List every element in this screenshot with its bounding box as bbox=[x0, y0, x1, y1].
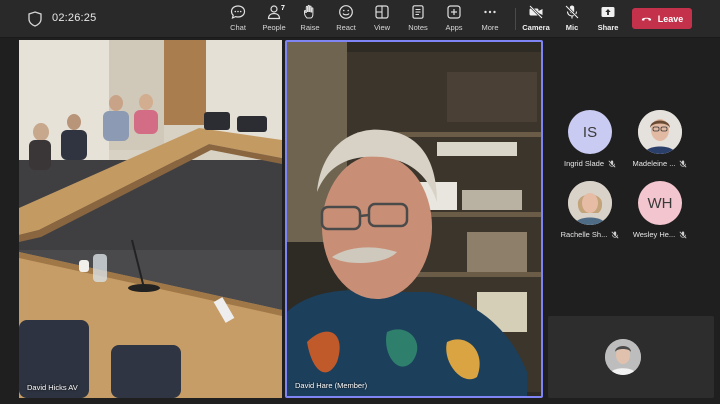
participant-gallery: IS Ingrid Slade Madeleine ... Rachelle S… bbox=[548, 40, 720, 300]
participant-tile[interactable]: WH Wesley He... bbox=[622, 181, 698, 239]
more-dots-icon bbox=[484, 10, 496, 14]
people-count-badge: 7 bbox=[281, 5, 285, 12]
profile-photo bbox=[638, 110, 682, 154]
avatar: WH bbox=[638, 181, 682, 225]
hang-up-icon bbox=[641, 17, 651, 21]
people-button[interactable]: 7 People bbox=[255, 4, 293, 36]
share-label: Share bbox=[597, 23, 619, 32]
participant-tile[interactable]: Rachelle Sh... bbox=[552, 181, 628, 239]
share-screen-icon bbox=[601, 7, 615, 17]
participant-name: Madeleine ... bbox=[632, 159, 676, 168]
toolbar-divider bbox=[515, 8, 516, 30]
participant-name: Rachelle Sh... bbox=[560, 230, 608, 239]
chat-label: Chat bbox=[230, 23, 246, 32]
mic-muted-icon bbox=[679, 231, 687, 238]
video-tile-room[interactable]: David Hicks AV bbox=[19, 40, 282, 398]
smiley-icon bbox=[339, 5, 353, 19]
mic-muted-icon bbox=[611, 231, 619, 238]
share-button[interactable]: Share bbox=[589, 4, 627, 36]
shield-icon bbox=[28, 11, 42, 27]
meeting-timer: 02:26:25 bbox=[52, 12, 97, 24]
avatar bbox=[638, 110, 682, 154]
more-button[interactable]: More bbox=[471, 4, 509, 36]
video-tile-speaker[interactable]: David Hare (Member) bbox=[285, 40, 543, 398]
apps-button[interactable]: Apps bbox=[435, 4, 473, 36]
camera-off-icon bbox=[529, 5, 543, 19]
mic-muted-icon bbox=[679, 160, 687, 167]
mic-button[interactable]: Mic bbox=[553, 4, 591, 36]
avatar bbox=[568, 181, 612, 225]
mic-label: Mic bbox=[565, 23, 579, 32]
apps-plus-icon bbox=[447, 5, 461, 19]
avatar: IS bbox=[568, 110, 612, 154]
avatar-initials: IS bbox=[582, 123, 598, 141]
raise-label: Raise bbox=[300, 23, 320, 32]
notes-label: Notes bbox=[408, 23, 428, 32]
participant-name: Wesley He... bbox=[632, 230, 676, 239]
people-label: People bbox=[262, 23, 286, 32]
meeting-toolbar: 02:26:25 Chat 7 People Raise React View … bbox=[0, 0, 720, 38]
notes-button[interactable]: Notes bbox=[399, 4, 437, 36]
chat-icon bbox=[230, 5, 246, 20]
view-grid-icon bbox=[375, 5, 389, 19]
profile-photo bbox=[568, 181, 612, 225]
more-label: More bbox=[481, 23, 499, 32]
raise-hand-icon bbox=[304, 4, 314, 19]
leave-button[interactable]: Leave bbox=[632, 8, 692, 29]
react-label: React bbox=[336, 23, 356, 32]
participant-tile[interactable]: IS Ingrid Slade bbox=[552, 110, 628, 168]
notes-icon bbox=[412, 5, 424, 19]
video-name-label: David Hicks AV bbox=[27, 383, 78, 392]
self-avatar bbox=[605, 339, 641, 375]
react-button[interactable]: React bbox=[327, 4, 365, 36]
self-view-tile[interactable] bbox=[548, 316, 714, 398]
camera-button[interactable]: Camera bbox=[517, 4, 555, 36]
participant-name: Ingrid Slade bbox=[563, 159, 605, 168]
camera-label: Camera bbox=[522, 23, 550, 32]
view-button[interactable]: View bbox=[363, 4, 401, 36]
speaker-video-feed bbox=[287, 42, 541, 396]
apps-label: Apps bbox=[445, 23, 463, 32]
chat-button[interactable]: Chat bbox=[219, 4, 257, 36]
raise-hand-button[interactable]: Raise bbox=[291, 4, 329, 36]
mic-off-icon bbox=[565, 5, 579, 19]
avatar-initials: WH bbox=[647, 194, 673, 212]
people-icon bbox=[267, 5, 281, 20]
self-profile-photo bbox=[605, 339, 641, 375]
view-label: View bbox=[373, 23, 391, 32]
video-name-label: David Hare (Member) bbox=[295, 381, 368, 390]
mic-muted-icon bbox=[608, 160, 616, 167]
leave-label: Leave bbox=[657, 13, 684, 24]
room-video-feed bbox=[19, 40, 282, 398]
participant-tile[interactable]: Madeleine ... bbox=[622, 110, 698, 168]
